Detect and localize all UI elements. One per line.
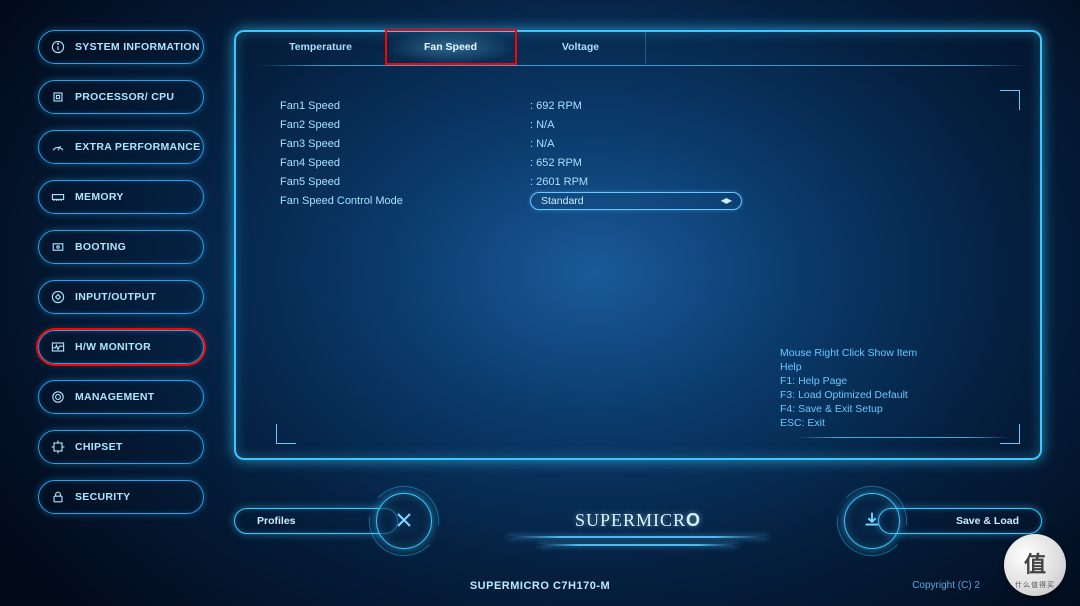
gear-icon <box>49 388 67 406</box>
sidebar-item-extra-performance[interactable]: EXTRA PERFORMANCE <box>38 130 204 164</box>
fan-speed-control-select[interactable]: Standard ◀▶ <box>530 192 742 210</box>
bottom-bar: Profiles SUPERMICRO Save & Load <box>234 476 1042 556</box>
table-row: Fan2 Speed : N/A <box>280 115 1020 134</box>
row-value: : 692 RPM <box>530 100 582 112</box>
sidebar-item-label: EXTRA PERFORMANCE <box>75 141 200 153</box>
cpu-icon <box>49 88 67 106</box>
sidebar-item-label: CHIPSET <box>75 441 123 453</box>
sidebar-item-system-information[interactable]: SYSTEM INFORMATION <box>38 30 204 64</box>
brand-underline <box>508 536 768 538</box>
sidebar-item-booting[interactable]: BOOTING <box>38 230 204 264</box>
tab-label: Voltage <box>562 41 599 53</box>
sidebar-item-label: INPUT/OUTPUT <box>75 291 156 303</box>
sidebar-item-label: SECURITY <box>75 491 131 503</box>
tab-label: Temperature <box>289 41 352 53</box>
sidebar-item-label: BOOTING <box>75 241 126 253</box>
help-text: Mouse Right Click Show Item Help F1: Hel… <box>780 346 1010 430</box>
sidebar-item-management[interactable]: MANAGEMENT <box>38 380 204 414</box>
help-line: F3: Load Optimized Default <box>780 388 1010 402</box>
row-label: Fan Speed Control Mode <box>280 195 530 207</box>
sidebar-item-label: PROCESSOR/ CPU <box>75 91 174 103</box>
row-value: : 2601 RPM <box>530 176 588 188</box>
sidebar-item-label: MEMORY <box>75 191 124 203</box>
brand-text-o: O <box>686 510 701 530</box>
fan-speed-table: Fan1 Speed : 692 RPM Fan2 Speed : N/A Fa… <box>280 96 1020 210</box>
help-line: F1: Help Page <box>780 374 1010 388</box>
memory-icon <box>49 188 67 206</box>
sidebar: SYSTEM INFORMATION PROCESSOR/ CPU EXTRA … <box>38 30 204 514</box>
save-load-button[interactable]: Save & Load <box>878 508 1042 534</box>
sidebar-item-label: H/W MONITOR <box>75 341 151 353</box>
row-label: Fan1 Speed <box>280 100 530 112</box>
tabs: Temperature Fan Speed Voltage <box>256 30 646 64</box>
sidebar-item-processor-cpu[interactable]: PROCESSOR/ CPU <box>38 80 204 114</box>
row-label: Fan4 Speed <box>280 157 530 169</box>
tabs-underline <box>256 65 1026 66</box>
help-line: F4: Save & Exit Setup <box>780 402 1010 416</box>
help-line: Help <box>780 360 1010 374</box>
row-label: Fan5 Speed <box>280 176 530 188</box>
row-label: Fan3 Speed <box>280 138 530 150</box>
sidebar-item-memory[interactable]: MEMORY <box>38 180 204 214</box>
chevron-leftright-icon: ◀▶ <box>721 196 731 205</box>
copyright-text: Copyright (C) 2 <box>912 580 980 591</box>
brand-underline <box>538 544 738 546</box>
row-value: : 652 RPM <box>530 157 582 169</box>
help-line: ESC: Exit <box>780 416 1010 430</box>
tab-fan-speed[interactable]: Fan Speed <box>386 30 516 64</box>
info-icon <box>49 38 67 56</box>
hw-monitor-icon <box>49 338 67 356</box>
sidebar-item-label: SYSTEM INFORMATION <box>75 41 200 53</box>
button-label: Save & Load <box>956 515 1019 527</box>
sidebar-item-chipset[interactable]: CHIPSET <box>38 430 204 464</box>
corner-bracket <box>1000 90 1020 110</box>
chipset-icon <box>49 438 67 456</box>
io-icon <box>49 288 67 306</box>
watermark-ring: 什么值得买 <box>1015 580 1055 590</box>
watermark-char: 值 <box>1024 554 1046 576</box>
row-value: : N/A <box>530 119 554 131</box>
table-row: Fan3 Speed : N/A <box>280 134 1020 153</box>
sidebar-item-label: MANAGEMENT <box>75 391 154 403</box>
footer: SUPERMICRO C7H170-M Copyright (C) 2 <box>0 580 1080 600</box>
main-panel: Temperature Fan Speed Voltage Fan1 Speed… <box>234 30 1042 460</box>
tab-voltage[interactable]: Voltage <box>516 30 646 64</box>
sidebar-item-hw-monitor[interactable]: H/W MONITOR <box>38 330 204 364</box>
help-divider <box>796 437 1010 438</box>
row-label: Fan2 Speed <box>280 119 530 131</box>
sidebar-item-input-output[interactable]: INPUT/OUTPUT <box>38 280 204 314</box>
performance-icon <box>49 138 67 156</box>
boot-icon <box>49 238 67 256</box>
sidebar-item-security[interactable]: SECURITY <box>38 480 204 514</box>
lock-icon <box>49 488 67 506</box>
brand-text: SUPERMICR <box>575 510 686 530</box>
table-row: Fan5 Speed : 2601 RPM <box>280 172 1020 191</box>
watermark-badge: 值 什么值得买 <box>1004 534 1066 596</box>
table-row: Fan1 Speed : 692 RPM <box>280 96 1020 115</box>
help-line: Mouse Right Click Show Item <box>780 346 1010 360</box>
tab-label: Fan Speed <box>424 41 477 53</box>
tab-temperature[interactable]: Temperature <box>256 30 386 64</box>
corner-bracket <box>276 424 296 444</box>
select-value: Standard <box>541 195 584 207</box>
fan-speed-control-row: Fan Speed Control Mode Standard ◀▶ <box>280 191 1020 210</box>
table-row: Fan4 Speed : 652 RPM <box>280 153 1020 172</box>
row-value: : N/A <box>530 138 554 150</box>
